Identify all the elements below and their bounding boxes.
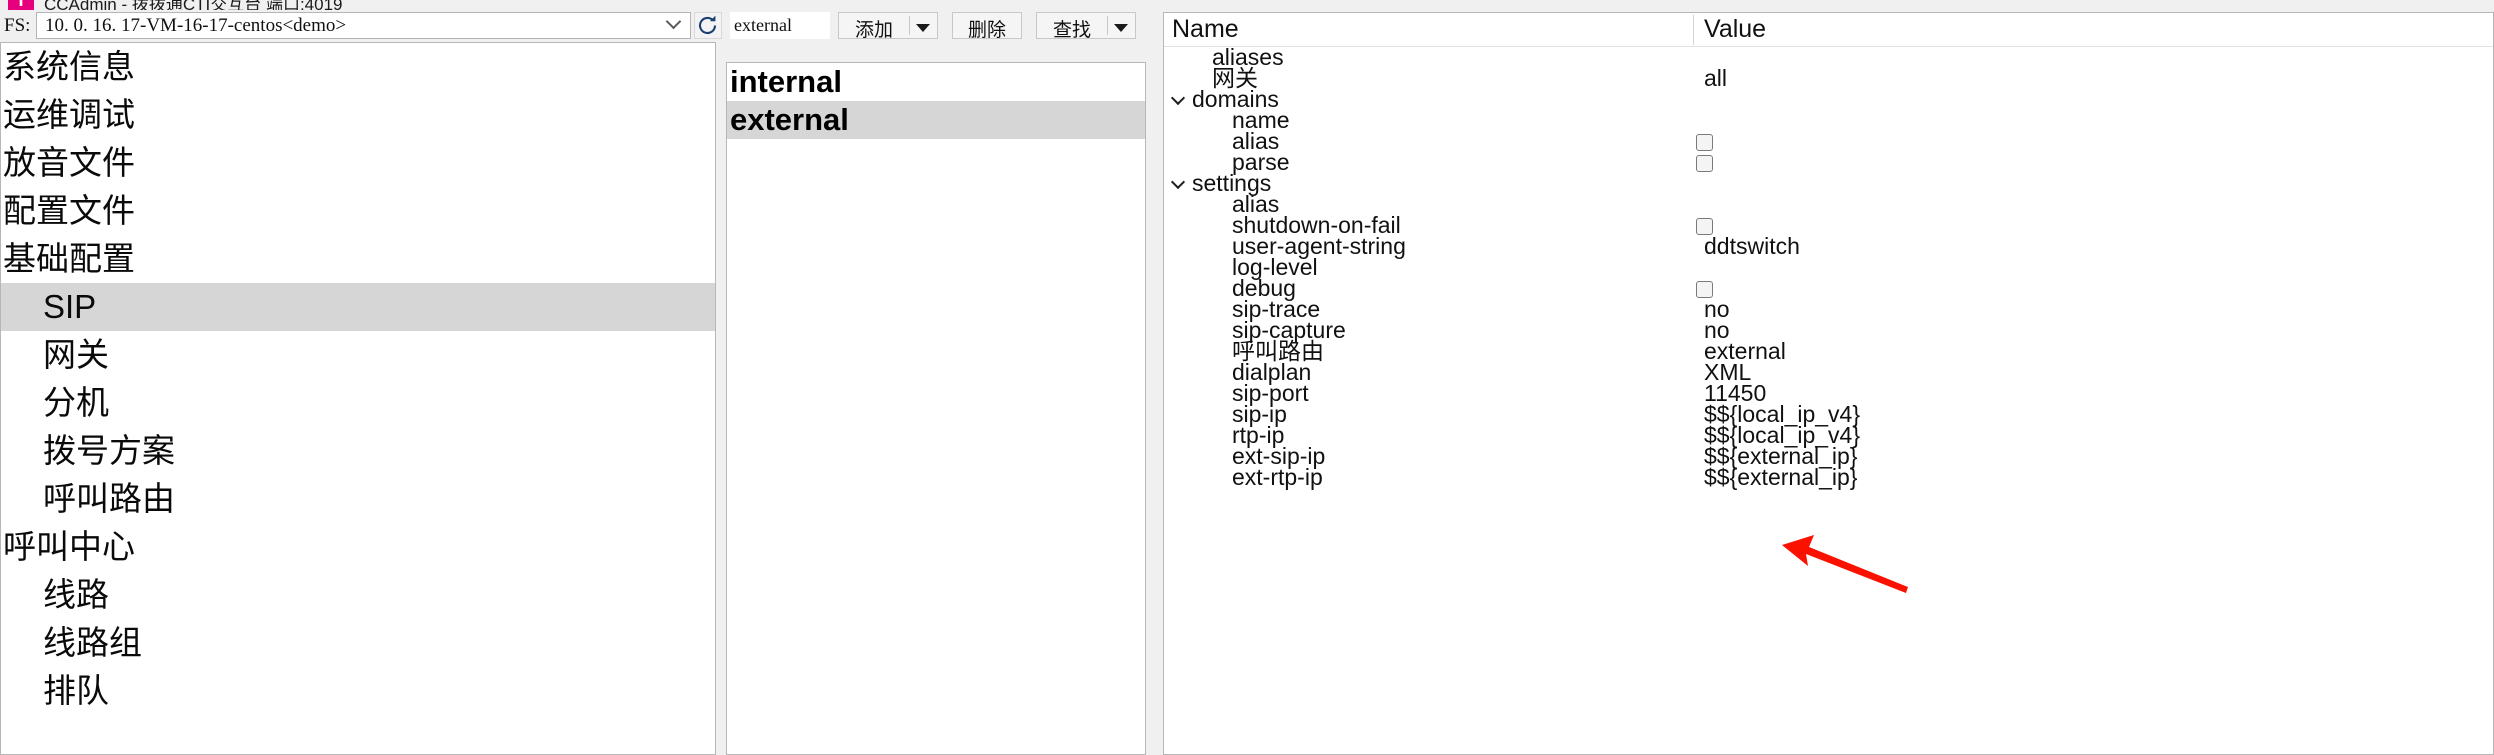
sidebar-item-9[interactable]: 呼叫路由 <box>1 475 715 523</box>
list-item-label: external <box>730 102 849 137</box>
chevron-down-icon[interactable] <box>1172 178 1185 191</box>
sidebar-item-label: 拨号方案 <box>43 432 175 469</box>
sidebar-item-label: 排队 <box>43 672 109 709</box>
list-item[interactable]: internal <box>727 63 1145 101</box>
detail-tree: aliases 网关 all domains name alias parse setting… <box>1164 44 2493 490</box>
table-row[interactable]: sip-capture no <box>1164 317 2493 343</box>
table-row[interactable]: ext-rtp-ip $${external_ip} <box>1164 464 2493 490</box>
application-window: T CCAdmin - 拨拨通CTI交互台 端口:4019 FS: 10. 0.… <box>0 0 2494 755</box>
profile-list-panel: internal external <box>726 62 1146 755</box>
sidebar-item-7[interactable]: 分机 <box>1 379 715 427</box>
refresh-icon <box>698 15 717 35</box>
navigation-panel: 系统信息运维调试放音文件配置文件基础配置 SIP 网关分机拨号方案呼叫路由呼叫中心线… <box>0 42 716 755</box>
table-row[interactable]: settings <box>1164 170 2493 196</box>
sidebar-item-label: 呼叫路由 <box>43 480 175 517</box>
list-item[interactable]: external <box>727 101 1145 139</box>
search-input[interactable]: external <box>730 12 830 39</box>
table-row[interactable]: name <box>1164 107 2493 133</box>
add-button[interactable]: 添加 <box>838 12 938 41</box>
table-row[interactable]: domains <box>1164 86 2493 112</box>
sidebar-item-3[interactable]: 配置文件 <box>1 187 715 235</box>
detail-table-header: Name Value <box>1164 13 2493 47</box>
chevron-down-icon <box>665 13 682 30</box>
navigation-tree: 系统信息运维调试放音文件配置文件基础配置 SIP 网关分机拨号方案呼叫路由呼叫中心线… <box>1 43 715 715</box>
sidebar-item-4[interactable]: 基础配置 <box>1 235 715 283</box>
row-name: ext-rtp-ip <box>1232 464 1323 490</box>
sidebar-item-2[interactable]: 放音文件 <box>1 139 715 187</box>
sidebar-item-label: 放音文件 <box>3 144 135 181</box>
fs-label: FS: <box>4 15 31 36</box>
sidebar-item-0[interactable]: 系统信息 <box>1 43 715 91</box>
sidebar-item-12[interactable]: 线路组 <box>1 619 715 667</box>
sidebar-item-label: 系统信息 <box>3 48 135 85</box>
host-select-value: 10. 0. 16. 17-VM-16-17-centos<demo> <box>45 15 347 36</box>
column-header-value: Value <box>1704 15 1767 43</box>
sidebar-item-13[interactable]: 排队 <box>1 667 715 715</box>
row-checkbox[interactable] <box>1696 155 1713 172</box>
sidebar-item-8[interactable]: 拨号方案 <box>1 427 715 475</box>
sidebar-item-label: 网关 <box>43 336 109 373</box>
divider <box>909 16 910 35</box>
sidebar-item-5[interactable]: SIP <box>1 283 715 331</box>
delete-button-label: 删除 <box>967 20 1006 41</box>
divider <box>1107 16 1108 35</box>
sidebar-item-label: 基础配置 <box>3 240 135 277</box>
detail-panel: Name Value aliases 网关 all domains name alias p… <box>1163 12 2494 755</box>
add-button-label: 添加 <box>854 20 893 41</box>
search-input-value: external <box>734 15 792 35</box>
profile-list: internal external <box>727 63 1145 139</box>
sidebar-item-label: 分机 <box>43 384 109 421</box>
sidebar-item-1[interactable]: 运维调试 <box>1 91 715 139</box>
row-value: all <box>1704 65 1728 91</box>
table-row[interactable]: user-agent-string ddtswitch <box>1164 233 2493 259</box>
sidebar-item-6[interactable]: 网关 <box>1 331 715 379</box>
table-row[interactable]: dialplan XML <box>1164 359 2493 385</box>
table-row[interactable]: sip-trace no <box>1164 296 2493 322</box>
table-row[interactable]: log-level <box>1164 254 2493 280</box>
caret-down-icon[interactable] <box>1114 24 1128 32</box>
sidebar-item-10[interactable]: 呼叫中心 <box>1 523 715 571</box>
table-row[interactable]: debug <box>1164 275 2493 301</box>
table-row[interactable]: alias <box>1164 128 2493 154</box>
chevron-down-icon[interactable] <box>1172 94 1185 107</box>
table-row[interactable]: 呼叫路由 external <box>1164 338 2493 364</box>
caret-down-icon[interactable] <box>916 24 930 32</box>
sidebar-item-label: 线路 <box>43 576 109 613</box>
find-button[interactable]: 查找 <box>1036 12 1136 41</box>
sidebar-item-label: 线路组 <box>43 624 142 661</box>
sidebar-item-11[interactable]: 线路 <box>1 571 715 619</box>
table-row[interactable]: 网关 all <box>1164 65 2493 91</box>
refresh-button[interactable] <box>694 12 722 39</box>
row-checkbox[interactable] <box>1696 134 1713 151</box>
row-value: ddtswitch <box>1704 233 1800 259</box>
table-row[interactable]: aliases <box>1164 44 2493 70</box>
sidebar-item-label: SIP <box>43 288 97 325</box>
find-button-label: 查找 <box>1052 20 1091 41</box>
column-header-name: Name <box>1172 15 1239 43</box>
list-item-label: internal <box>730 64 842 99</box>
row-value: $${external_ip} <box>1704 464 1858 490</box>
sidebar-item-label: 呼叫中心 <box>3 528 135 565</box>
sidebar-item-label: 配置文件 <box>3 192 135 229</box>
sidebar-item-label: 运维调试 <box>3 96 135 133</box>
column-divider[interactable] <box>1693 15 1694 45</box>
host-select[interactable]: 10. 0. 16. 17-VM-16-17-centos<demo> <box>36 12 691 39</box>
delete-button[interactable]: 删除 <box>952 12 1022 41</box>
table-row[interactable]: parse <box>1164 149 2493 175</box>
